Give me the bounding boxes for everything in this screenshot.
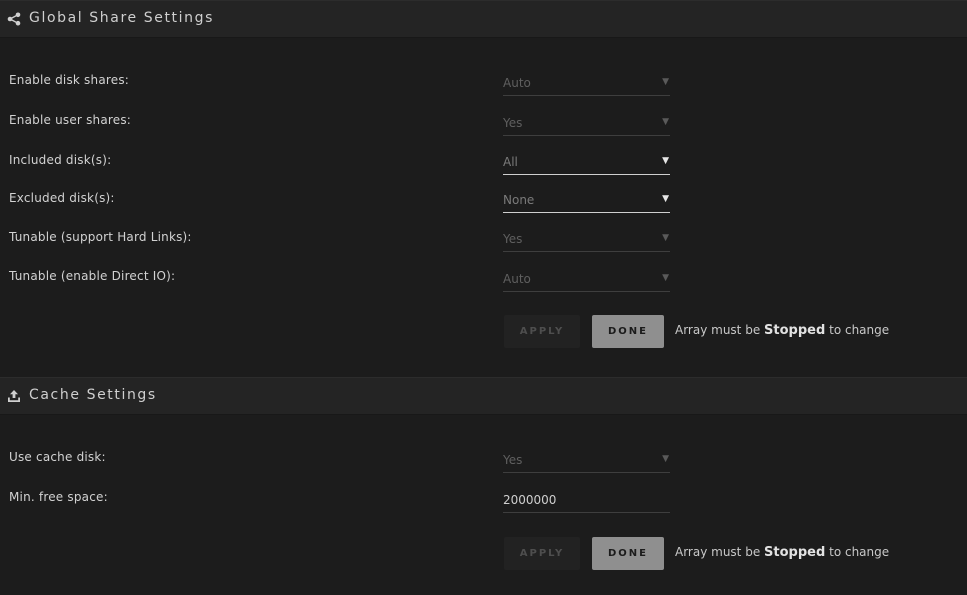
caret-down-icon: ▼ bbox=[662, 273, 669, 283]
excluded-disks-label: Excluded disk(s): bbox=[9, 191, 115, 205]
input-value: 2000000 bbox=[503, 493, 557, 507]
array-stopped-note: Array must be Stopped to change bbox=[675, 323, 889, 338]
select-value: Yes bbox=[503, 232, 523, 246]
note-suffix: to change bbox=[829, 323, 890, 337]
global-share-settings-header: Global Share Settings bbox=[0, 0, 967, 38]
done-button[interactable]: DONE bbox=[592, 315, 664, 348]
done-button[interactable]: DONE bbox=[592, 537, 664, 570]
excluded-disks-select[interactable]: None ▼ bbox=[503, 188, 670, 213]
note-prefix: Array must be bbox=[675, 545, 761, 559]
caret-down-icon: ▼ bbox=[662, 156, 669, 166]
included-disks-select[interactable]: All ▼ bbox=[503, 150, 670, 175]
tunable-direct-io-select[interactable]: Auto ▼ bbox=[503, 267, 670, 292]
tunable-hard-links-label: Tunable (support Hard Links): bbox=[9, 230, 192, 244]
min-free-space-input[interactable]: 2000000 bbox=[503, 488, 670, 513]
section-title: Global Share Settings bbox=[29, 10, 214, 26]
caret-down-icon: ▼ bbox=[662, 454, 669, 464]
use-cache-disk-label: Use cache disk: bbox=[9, 450, 106, 464]
tunable-direct-io-label: Tunable (enable Direct IO): bbox=[9, 269, 176, 283]
caret-down-icon: ▼ bbox=[662, 194, 669, 204]
select-value: Yes bbox=[503, 453, 523, 467]
enable-disk-shares-select[interactable]: Auto ▼ bbox=[503, 71, 670, 96]
apply-button[interactable]: APPLY bbox=[504, 315, 580, 348]
enable-user-shares-select[interactable]: Yes ▼ bbox=[503, 111, 670, 136]
select-value: Auto bbox=[503, 76, 531, 90]
note-suffix: to change bbox=[829, 545, 890, 559]
note-prefix: Array must be bbox=[675, 323, 761, 337]
cache-settings-header: Cache Settings bbox=[0, 377, 967, 415]
note-strong: Stopped bbox=[764, 545, 826, 560]
select-value: All bbox=[503, 155, 518, 169]
tunable-hard-links-select[interactable]: Yes ▼ bbox=[503, 227, 670, 252]
enable-user-shares-label: Enable user shares: bbox=[9, 113, 132, 127]
caret-down-icon: ▼ bbox=[662, 233, 669, 243]
select-value: Yes bbox=[503, 116, 523, 130]
note-strong: Stopped bbox=[764, 323, 826, 338]
included-disks-label: Included disk(s): bbox=[9, 153, 112, 167]
select-value: None bbox=[503, 193, 535, 207]
caret-down-icon: ▼ bbox=[662, 77, 669, 87]
select-value: Auto bbox=[503, 272, 531, 286]
use-cache-disk-select[interactable]: Yes ▼ bbox=[503, 448, 670, 473]
min-free-space-label: Min. free space: bbox=[9, 490, 108, 504]
share-icon bbox=[7, 12, 21, 26]
array-stopped-note: Array must be Stopped to change bbox=[675, 545, 889, 560]
caret-down-icon: ▼ bbox=[662, 117, 669, 127]
enable-disk-shares-label: Enable disk shares: bbox=[9, 73, 130, 87]
section-title: Cache Settings bbox=[29, 387, 157, 403]
upload-icon bbox=[8, 390, 20, 402]
apply-button[interactable]: APPLY bbox=[504, 537, 580, 570]
